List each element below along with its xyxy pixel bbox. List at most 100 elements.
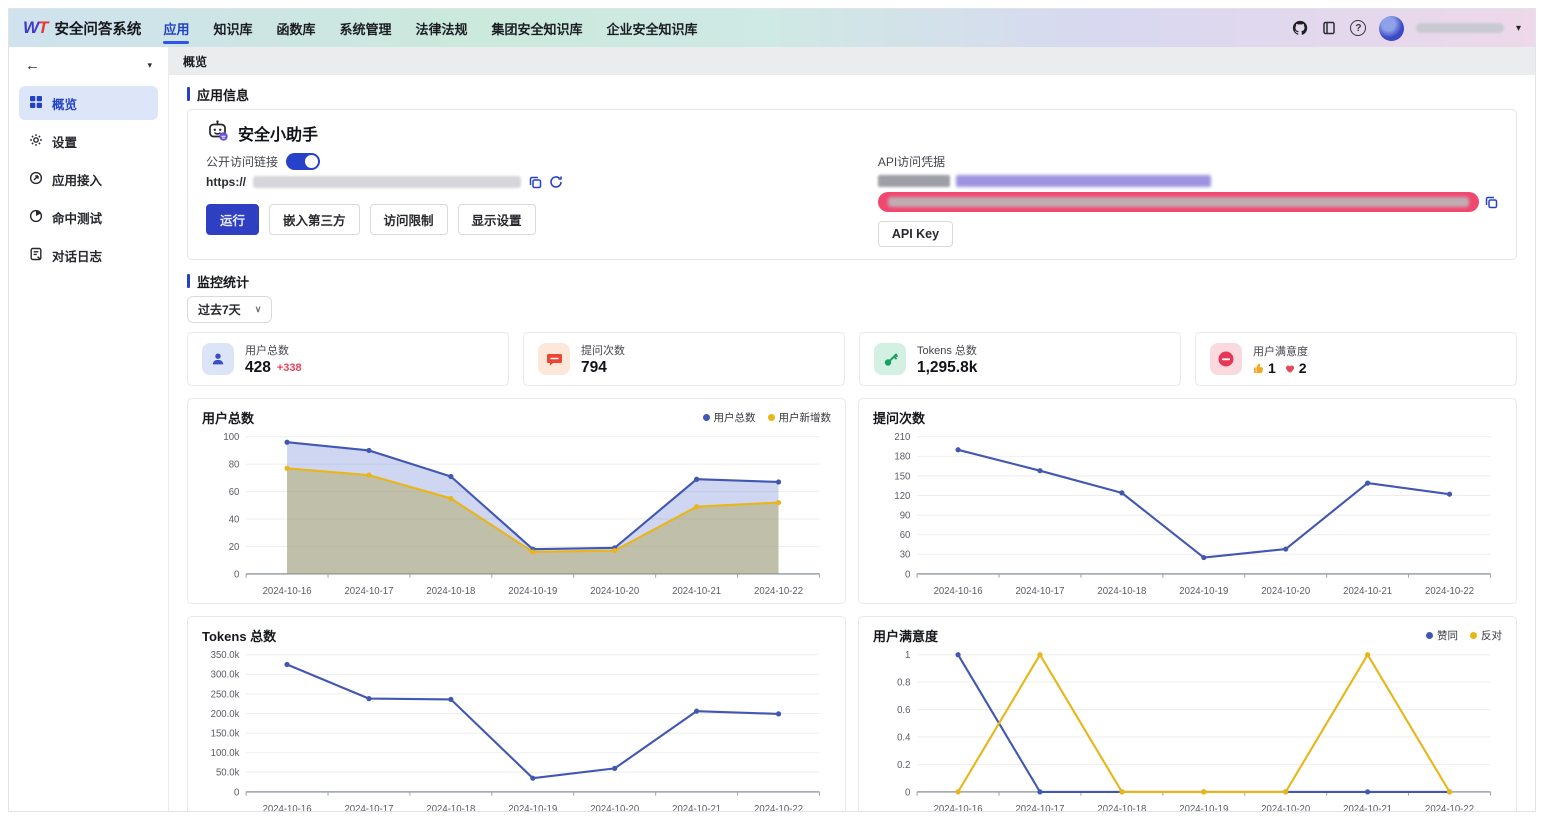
- svg-text:2024-10-16: 2024-10-16: [263, 586, 312, 597]
- svg-text:350.0k: 350.0k: [211, 650, 240, 661]
- sidebar-nav: 概览 设置 应用接入: [9, 86, 168, 272]
- top-navbar: WT 安全问答系统 应用 知识库 函数库 系统管理 法律法规 集团安全知识库 企…: [9, 9, 1535, 47]
- api-key-redacted-bar: [878, 192, 1479, 212]
- back-arrow-icon[interactable]: ←: [25, 57, 40, 74]
- user-menu-caret-icon[interactable]: ▾: [1516, 23, 1521, 34]
- svg-text:150: 150: [894, 471, 910, 482]
- svg-text:120: 120: [894, 491, 910, 502]
- chart-title: 提问次数: [873, 408, 925, 427]
- satisfaction-chart: 00.20.40.60.812024-10-162024-10-172024-1…: [873, 647, 1502, 812]
- stats-section-title: 监控统计: [187, 272, 1517, 290]
- access-restriction-button[interactable]: 访问限制: [370, 204, 448, 235]
- svg-text:2024-10-19: 2024-10-19: [1179, 804, 1228, 812]
- heart-icon: [1284, 362, 1296, 374]
- key-icon: [874, 343, 906, 375]
- chart-title: 用户总数: [202, 408, 254, 427]
- svg-text:2024-10-18: 2024-10-18: [1097, 586, 1146, 597]
- api-key-button[interactable]: API Key: [878, 221, 953, 247]
- svg-text:2024-10-19: 2024-10-19: [508, 804, 557, 812]
- user-avatar[interactable]: [1379, 16, 1404, 41]
- stat-label: Tokens 总数: [917, 342, 977, 358]
- sidebar-dropdown-caret-icon[interactable]: ▾: [147, 60, 152, 71]
- svg-text:2024-10-20: 2024-10-20: [590, 804, 639, 812]
- legend-item-upvote[interactable]: 赞同: [1426, 628, 1458, 643]
- stat-card-satisfaction: 用户满意度 1 2: [1195, 332, 1517, 386]
- public-link-label: 公开访问链接: [206, 153, 278, 170]
- legend-item-downvote[interactable]: 反对: [1470, 628, 1502, 643]
- app-url-prefix: https://: [206, 175, 246, 189]
- sidebar: ← ▾ 概览 设置: [9, 47, 169, 812]
- help-glyph: ?: [1350, 20, 1366, 36]
- nav-item-laws-regulations[interactable]: 法律法规: [416, 9, 468, 47]
- sidebar-item-label: 概览: [52, 94, 77, 113]
- section-accent-bar: [187, 87, 190, 101]
- sidebar-item-app-access[interactable]: 应用接入: [19, 162, 158, 196]
- settings-gear-icon: [29, 133, 43, 150]
- copy-api-key-icon[interactable]: [1484, 195, 1498, 209]
- svg-text:2024-10-16: 2024-10-16: [263, 804, 312, 812]
- chart-title: 用户满意度: [873, 626, 938, 645]
- svg-text:2024-10-21: 2024-10-21: [1343, 586, 1392, 597]
- run-button[interactable]: 运行: [206, 204, 259, 235]
- svg-text:30: 30: [900, 550, 911, 561]
- user-icon: [202, 343, 234, 375]
- copy-link-icon[interactable]: [528, 175, 542, 189]
- chart-card-tokens: Tokens 总数 050.0k100.0k150.0k200.0k250.0k…: [187, 616, 846, 812]
- nav-item-enterprise-security-kb[interactable]: 企业安全知识库: [607, 9, 698, 47]
- display-settings-button[interactable]: 显示设置: [458, 204, 536, 235]
- svg-text:50.0k: 50.0k: [216, 768, 240, 779]
- time-range-select[interactable]: 过去7天 ∨: [187, 296, 272, 323]
- svg-text:2024-10-20: 2024-10-20: [1261, 586, 1310, 597]
- brand-logo[interactable]: WT: [23, 18, 47, 38]
- svg-text:0: 0: [234, 569, 239, 580]
- sidebar-item-chat-log[interactable]: 对话日志: [19, 238, 158, 272]
- legend-item-new-users[interactable]: 用户新增数: [768, 410, 832, 425]
- svg-text:0.8: 0.8: [897, 678, 910, 689]
- embed-third-party-button[interactable]: 嵌入第三方: [269, 204, 360, 235]
- dislikes-count: 2: [1284, 360, 1307, 376]
- help-icon[interactable]: ?: [1350, 20, 1367, 37]
- sidebar-header: ← ▾: [9, 47, 168, 86]
- sidebar-item-overview[interactable]: 概览: [19, 86, 158, 120]
- brand-title[interactable]: 安全问答系统: [54, 18, 141, 39]
- svg-text:80: 80: [229, 460, 240, 471]
- svg-text:300.0k: 300.0k: [211, 670, 240, 681]
- total-users-chart: 0204060801002024-10-162024-10-172024-10-…: [202, 429, 831, 599]
- chart-legend: 赞同 反对: [1426, 628, 1502, 643]
- svg-text:100.0k: 100.0k: [211, 748, 240, 759]
- sidebar-item-settings[interactable]: 设置: [19, 124, 158, 158]
- stat-value: 1,295.8k: [917, 359, 977, 377]
- nav-item-system-management[interactable]: 系统管理: [339, 9, 391, 47]
- section-accent-bar: [187, 274, 190, 288]
- nav-item-function-library[interactable]: 函数库: [276, 9, 315, 47]
- svg-text:0: 0: [234, 787, 239, 798]
- svg-text:90: 90: [900, 510, 911, 521]
- nav-item-knowledge-base[interactable]: 知识库: [213, 9, 252, 47]
- logo-w: W: [23, 18, 38, 37]
- api-credentials-label: API访问凭据: [878, 153, 945, 170]
- sidebar-item-label: 命中测试: [52, 208, 102, 227]
- navbar-right: ? ▾: [1292, 16, 1521, 41]
- docs-icon[interactable]: [1321, 20, 1338, 37]
- svg-text:0.2: 0.2: [897, 760, 910, 771]
- stat-value: 794: [581, 359, 607, 377]
- legend-item-total-users[interactable]: 用户总数: [703, 410, 756, 425]
- svg-text:0.4: 0.4: [897, 732, 911, 743]
- nav-item-group-security-kb[interactable]: 集团安全知识库: [492, 9, 583, 47]
- svg-text:0: 0: [905, 787, 910, 798]
- svg-text:100: 100: [223, 432, 239, 443]
- svg-text:2024-10-21: 2024-10-21: [672, 586, 721, 597]
- svg-text:1: 1: [905, 650, 910, 661]
- public-link-toggle[interactable]: [286, 153, 320, 170]
- github-icon[interactable]: [1292, 20, 1309, 37]
- svg-text:180: 180: [894, 452, 910, 463]
- main-area: 应用信息 安全小助手 公开访问链接: [169, 75, 1535, 812]
- nav-item-apps[interactable]: 应用: [163, 9, 189, 47]
- chart-card-total-users: 用户总数 用户总数 用户新增数 0204060801002024-10-1620…: [187, 398, 846, 604]
- svg-text:0: 0: [905, 569, 910, 580]
- app-url-redacted: [253, 176, 521, 188]
- chat-log-icon: [29, 247, 43, 264]
- sidebar-item-hit-test[interactable]: 命中测试: [19, 200, 158, 234]
- refresh-link-icon[interactable]: [549, 175, 563, 189]
- likes-count: 1: [1253, 360, 1276, 376]
